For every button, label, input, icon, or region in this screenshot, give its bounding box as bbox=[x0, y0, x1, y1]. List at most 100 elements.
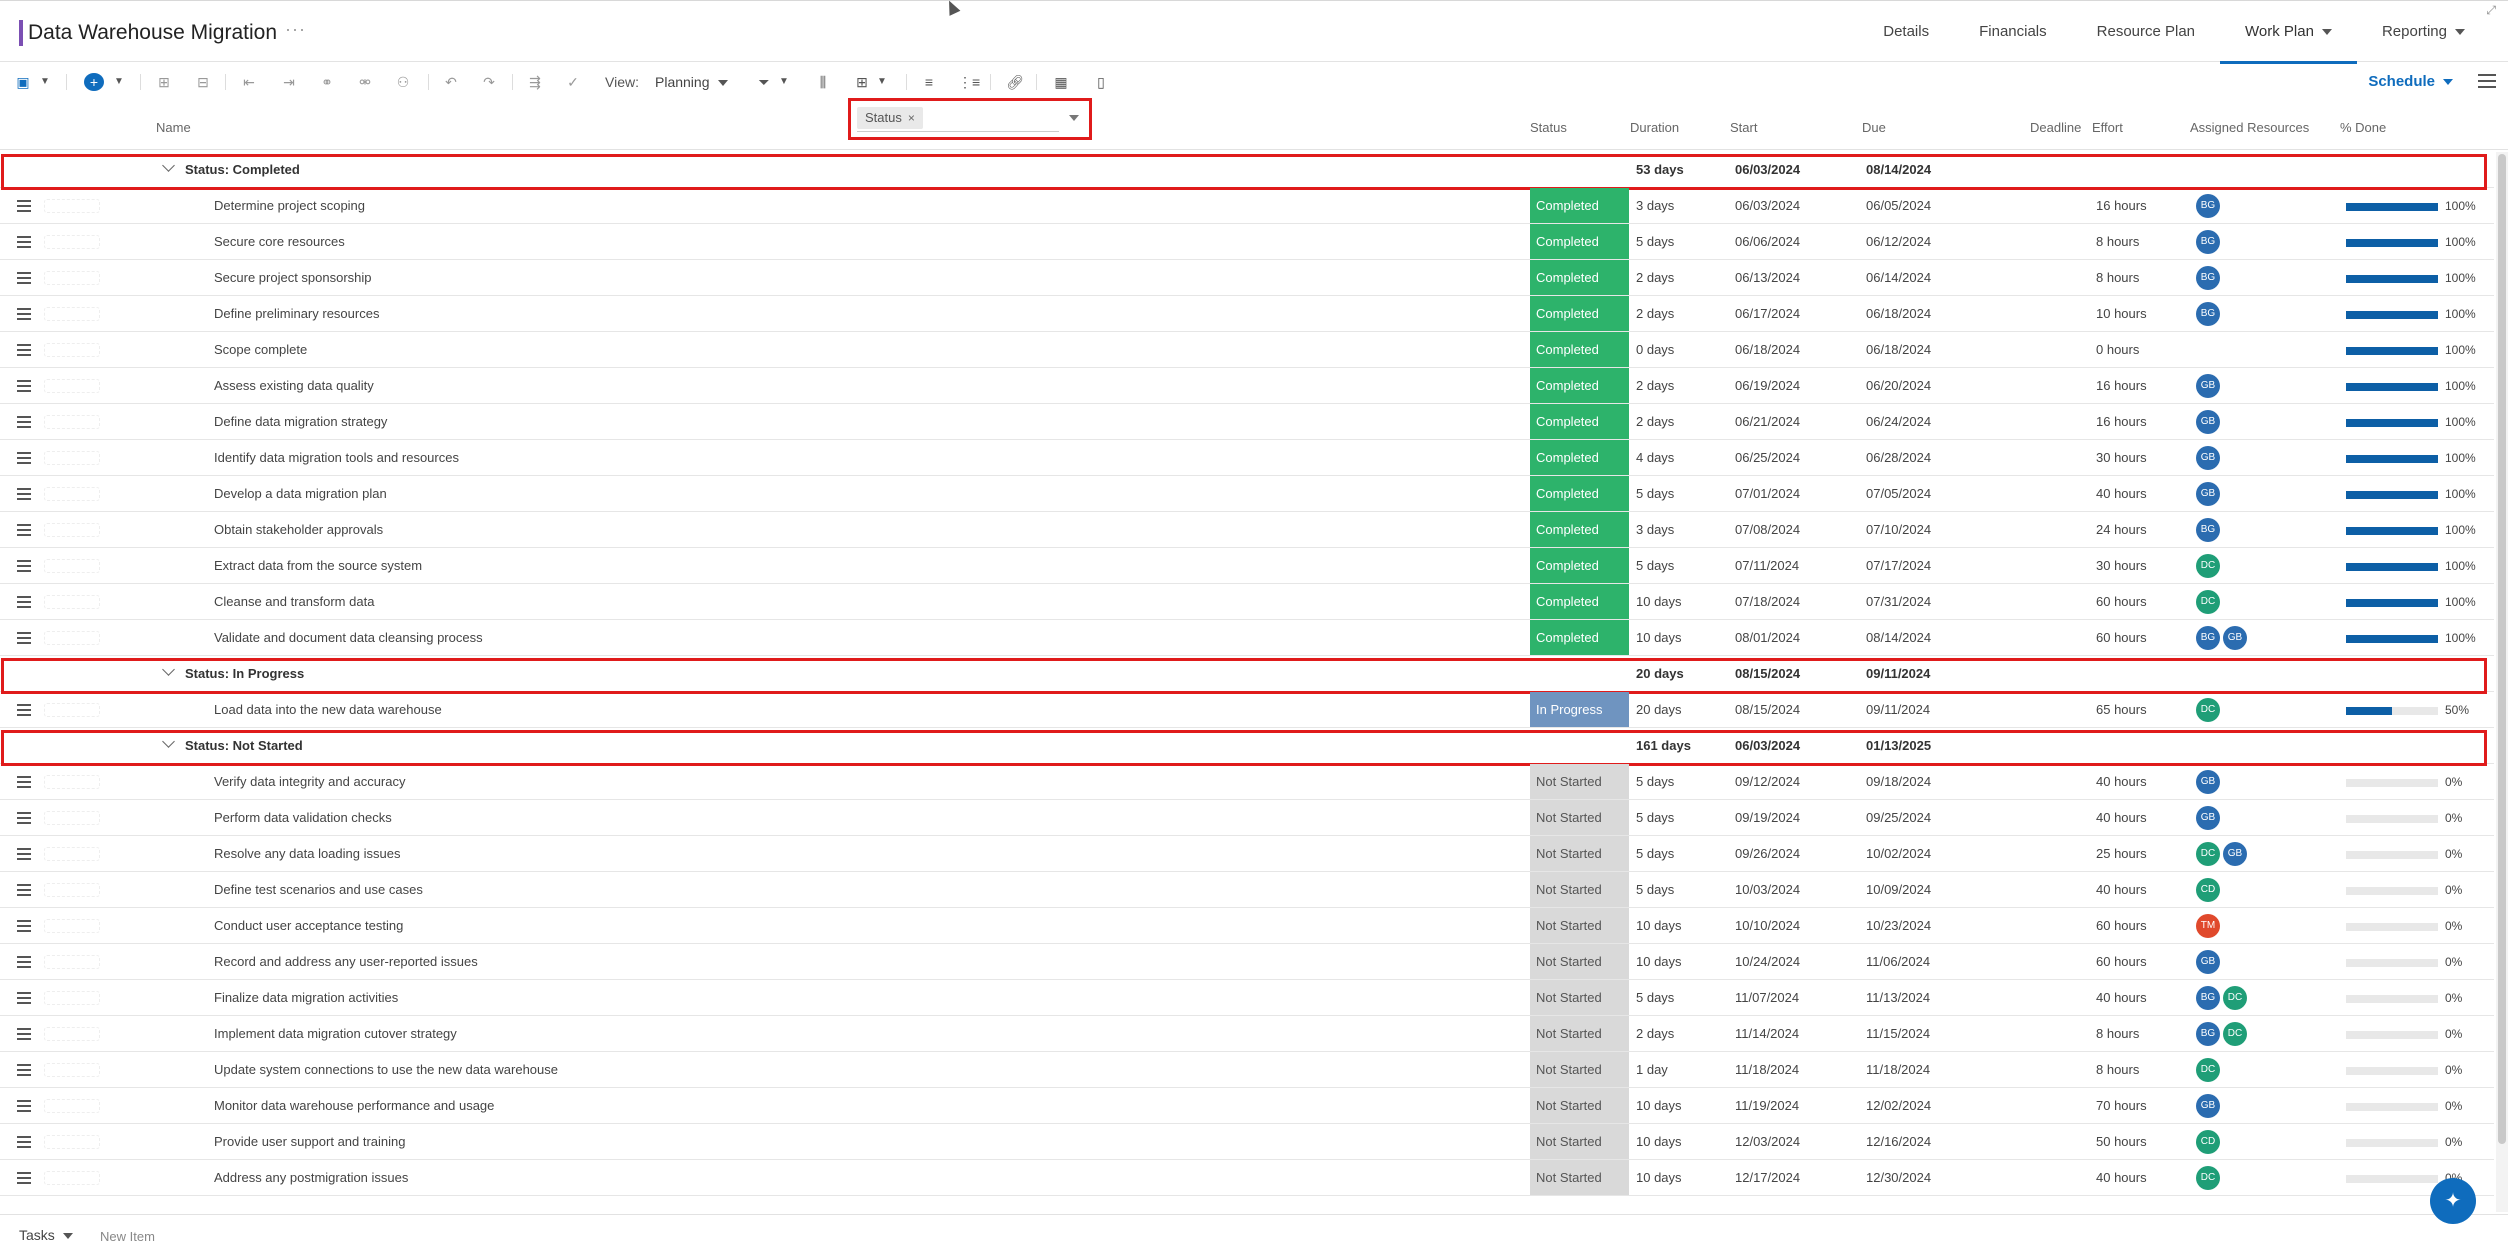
chevron-down-icon[interactable] bbox=[162, 735, 175, 748]
task-duration[interactable]: 10 days bbox=[1636, 918, 1682, 933]
indent-icon[interactable]: ⇥ bbox=[280, 72, 298, 92]
status-badge[interactable]: Not Started bbox=[1530, 944, 1629, 979]
drag-handle-icon[interactable] bbox=[17, 200, 31, 215]
task-start[interactable]: 10/03/2024 bbox=[1735, 882, 1800, 897]
column-header-assigned-resources[interactable]: Assigned Resources bbox=[2190, 120, 2309, 135]
task-due[interactable]: 11/13/2024 bbox=[1866, 990, 1930, 1005]
task-due[interactable]: 11/06/2024 bbox=[1866, 954, 1930, 969]
assigned-resources[interactable]: DC bbox=[2196, 554, 2223, 578]
row-action-icons[interactable] bbox=[44, 1063, 100, 1077]
task-duration[interactable]: 3 days bbox=[1636, 522, 1674, 537]
task-due[interactable]: 06/14/2024 bbox=[1866, 270, 1931, 285]
table-row[interactable]: Extract data from the source system Compl… bbox=[0, 548, 2494, 584]
group-row[interactable]: Status: Not Started 161 days 06/03/2024 01/… bbox=[0, 728, 2494, 766]
drag-handle-icon[interactable] bbox=[17, 272, 31, 287]
tab-reporting[interactable]: Reporting bbox=[2357, 1, 2490, 63]
row-action-icons[interactable] bbox=[44, 991, 100, 1005]
avatar[interactable]: DC bbox=[2196, 554, 2220, 578]
assigned-resources[interactable]: BG bbox=[2196, 518, 2223, 542]
link-tasks-icon[interactable]: ⚭ bbox=[318, 72, 336, 92]
task-duration[interactable]: 10 days bbox=[1636, 1098, 1682, 1113]
row-action-icons[interactable] bbox=[44, 703, 100, 717]
drag-handle-icon[interactable] bbox=[17, 1064, 31, 1079]
task-start[interactable]: 10/24/2024 bbox=[1735, 954, 1800, 969]
drag-handle-icon[interactable] bbox=[17, 884, 31, 899]
row-action-icons[interactable] bbox=[44, 919, 100, 933]
table-row[interactable]: Identify data migration tools and resour… bbox=[0, 440, 2494, 476]
task-name[interactable]: Cleanse and transform data bbox=[214, 594, 374, 609]
task-start[interactable]: 06/06/2024 bbox=[1735, 234, 1800, 249]
status-badge[interactable]: Not Started bbox=[1530, 1088, 1629, 1123]
row-action-icons[interactable] bbox=[44, 199, 100, 213]
task-start[interactable]: 06/03/2024 bbox=[1735, 198, 1800, 213]
task-name[interactable]: Address any postmigration issues bbox=[214, 1170, 408, 1185]
group-row[interactable]: Status: Completed 53 days 06/03/2024 08/14/… bbox=[0, 152, 2494, 190]
task-start[interactable]: 08/15/2024 bbox=[1735, 702, 1800, 717]
group-by-selector[interactable]: Status × bbox=[848, 98, 1092, 140]
row-action-icons[interactable] bbox=[44, 379, 100, 393]
task-duration[interactable]: 5 days bbox=[1636, 882, 1674, 897]
status-badge[interactable]: Completed bbox=[1530, 260, 1629, 295]
drag-handle-icon[interactable] bbox=[17, 704, 31, 719]
task-name[interactable]: Scope complete bbox=[214, 342, 307, 357]
drag-handle-icon[interactable] bbox=[17, 776, 31, 791]
row-action-icons[interactable] bbox=[44, 811, 100, 825]
task-duration[interactable]: 0 days bbox=[1636, 342, 1674, 357]
table-row[interactable]: Validate and document data cleansing pro… bbox=[0, 620, 2494, 656]
column-header-name[interactable]: Name bbox=[156, 120, 191, 135]
task-start[interactable]: 06/17/2024 bbox=[1735, 306, 1800, 321]
task-name[interactable]: Identify data migration tools and resour… bbox=[214, 450, 459, 465]
task-due[interactable]: 06/28/2024 bbox=[1866, 450, 1931, 465]
avatar[interactable]: DC bbox=[2223, 986, 2247, 1010]
undo-icon[interactable]: ↶ bbox=[442, 72, 460, 92]
task-effort[interactable]: 8 hours bbox=[2096, 1026, 2139, 1041]
task-start[interactable]: 12/17/2024 bbox=[1735, 1170, 1800, 1185]
task-duration[interactable]: 1 day bbox=[1636, 1062, 1668, 1077]
task-due[interactable]: 06/20/2024 bbox=[1866, 378, 1931, 393]
task-name[interactable]: Define preliminary resources bbox=[214, 306, 379, 321]
task-effort[interactable]: 8 hours bbox=[2096, 270, 2139, 285]
task-duration[interactable]: 2 days bbox=[1636, 414, 1674, 429]
status-badge[interactable]: Not Started bbox=[1530, 836, 1629, 871]
table-row[interactable]: Assess existing data quality Completed 2 d… bbox=[0, 368, 2494, 404]
avatar[interactable]: BG bbox=[2196, 626, 2220, 650]
task-name[interactable]: Finalize data migration activities bbox=[214, 990, 398, 1005]
task-name[interactable]: Extract data from the source system bbox=[214, 558, 422, 573]
assigned-resources[interactable]: DC bbox=[2196, 1166, 2223, 1190]
drag-handle-icon[interactable] bbox=[17, 488, 31, 503]
task-duration[interactable]: 10 days bbox=[1636, 1134, 1682, 1149]
print-icon[interactable]: ▯ bbox=[1092, 72, 1110, 92]
task-due[interactable]: 06/05/2024 bbox=[1866, 198, 1931, 213]
task-due[interactable]: 10/23/2024 bbox=[1866, 918, 1931, 933]
row-action-icons[interactable] bbox=[44, 595, 100, 609]
schedule-dropdown[interactable]: Schedule bbox=[2368, 72, 2453, 92]
table-row[interactable]: Define test scenarios and use cases Not S… bbox=[0, 872, 2494, 908]
assigned-resources[interactable]: DC GB bbox=[2196, 842, 2250, 866]
row-action-icons[interactable] bbox=[44, 631, 100, 645]
avatar[interactable]: TM bbox=[2196, 914, 2220, 938]
status-badge[interactable]: Completed bbox=[1530, 512, 1629, 547]
row-action-icons[interactable] bbox=[44, 451, 100, 465]
task-start[interactable]: 11/07/2024 bbox=[1735, 990, 1799, 1005]
view-select[interactable]: Planning bbox=[655, 72, 728, 92]
avatar[interactable]: GB bbox=[2196, 770, 2220, 794]
task-start[interactable]: 07/08/2024 bbox=[1735, 522, 1800, 537]
task-name[interactable]: Record and address any user-reported iss… bbox=[214, 954, 478, 969]
status-badge[interactable]: Completed bbox=[1530, 584, 1629, 619]
drag-handle-icon[interactable] bbox=[17, 416, 31, 431]
assigned-resources[interactable]: TM bbox=[2196, 914, 2223, 938]
columns-icon[interactable]: ⫼ bbox=[814, 72, 832, 92]
avatar[interactable]: GB bbox=[2196, 950, 2220, 974]
task-name[interactable]: Determine project scoping bbox=[214, 198, 365, 213]
assigned-resources[interactable]: BG DC bbox=[2196, 986, 2250, 1010]
task-duration[interactable]: 3 days bbox=[1636, 198, 1674, 213]
chevron-down-icon[interactable] bbox=[162, 663, 175, 676]
wbs-icon[interactable]: ⋮≡ bbox=[958, 72, 980, 92]
status-badge[interactable]: Not Started bbox=[1530, 1124, 1629, 1159]
assigned-resources[interactable]: CD bbox=[2196, 878, 2223, 902]
task-effort[interactable]: 25 hours bbox=[2096, 846, 2147, 861]
avatar[interactable]: BG bbox=[2196, 266, 2220, 290]
task-start[interactable]: 11/14/2024 bbox=[1735, 1026, 1799, 1041]
row-action-icons[interactable] bbox=[44, 235, 100, 249]
tab-details[interactable]: Details bbox=[1858, 1, 1954, 63]
